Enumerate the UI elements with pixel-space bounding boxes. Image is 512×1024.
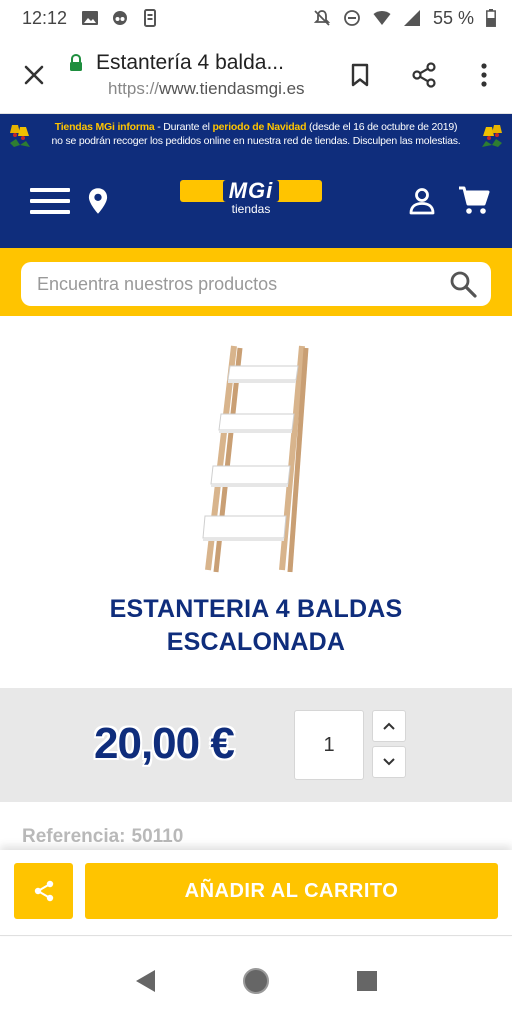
christmas-bells-icon	[10, 125, 30, 147]
more-vert-icon	[481, 62, 487, 87]
christmas-notice-banner: Tiendas MGi informa - Durante el periodo…	[0, 114, 512, 154]
url-text: https://www.tiendasmgi.es	[108, 79, 328, 99]
url-protocol: https://	[108, 78, 160, 98]
signal-icon	[403, 10, 420, 26]
wifi-icon	[373, 11, 391, 25]
status-left-icons	[81, 9, 159, 27]
browser-toolbar: Estantería 4 balda... https://www.tienda…	[0, 36, 512, 114]
status-time: 12:12	[22, 7, 68, 28]
device-icon	[144, 9, 157, 27]
quantity-increase-button[interactable]	[372, 710, 406, 742]
product-reference: Referencia: 50110	[22, 826, 183, 848]
location-pin-icon	[88, 188, 108, 214]
hamburger-icon	[30, 188, 70, 214]
close-icon	[24, 65, 44, 84]
reference-value: 50110	[131, 826, 184, 847]
user-icon	[409, 188, 435, 215]
search-input[interactable]	[37, 273, 449, 295]
product-price: 20,00 €	[93, 718, 236, 769]
battery-icon	[486, 9, 496, 27]
status-bar: 12:12 55 %	[0, 0, 512, 36]
mute-icon	[313, 10, 331, 26]
product-title-line1: ESTANTERIA 4 BALDAS	[109, 595, 403, 623]
cart-button[interactable]	[450, 154, 512, 248]
price-section	[0, 688, 512, 802]
chevron-up-icon	[383, 722, 395, 730]
sticky-action-bar: AÑADIR AL CARRITO	[0, 850, 512, 936]
store-locator-button[interactable]	[88, 154, 108, 248]
add-to-cart-button[interactable]: AÑADIR AL CARRITO	[85, 863, 498, 919]
search-box	[21, 262, 491, 306]
notice-line2: no se podrán recoger los pedidos online …	[51, 135, 461, 147]
url-display[interactable]: Estantería 4 balda... https://www.tienda…	[68, 51, 328, 99]
share-icon	[34, 880, 53, 902]
nav-recents-button[interactable]	[347, 961, 387, 1001]
hamburger-menu-button[interactable]	[0, 154, 100, 248]
chevron-down-icon	[383, 758, 395, 766]
quantity-decrease-button[interactable]	[372, 746, 406, 778]
incognito-icon	[113, 11, 128, 25]
nav-back-button[interactable]	[125, 961, 165, 1001]
share-product-button[interactable]	[14, 863, 73, 919]
notice-brand: Tiendas MGi informa	[54, 121, 155, 133]
lock-icon	[70, 53, 82, 71]
notice-highlight: periodo de Navidad	[212, 121, 307, 133]
recents-square-icon	[356, 970, 377, 991]
bookmark-button[interactable]	[328, 36, 392, 114]
page-title: Estantería 4 balda...	[96, 50, 284, 74]
site-header: MGi tiendas	[0, 154, 512, 248]
notice-text-part: - Durante el	[154, 121, 213, 133]
logo-text: MGi	[222, 180, 280, 202]
bookmark-icon	[351, 63, 369, 86]
share-page-button[interactable]	[392, 36, 456, 114]
reference-label: Referencia:	[22, 826, 126, 847]
close-tab-button[interactable]	[0, 36, 68, 114]
product-image[interactable]	[196, 340, 316, 576]
nav-home-button[interactable]	[236, 961, 276, 1001]
logo-bar: MGi	[180, 180, 322, 202]
search-area	[0, 252, 512, 316]
dnd-icon	[344, 10, 360, 26]
product-title-line2: ESCALONADA	[166, 628, 346, 656]
browser-menu-button[interactable]	[456, 36, 512, 114]
cart-icon	[459, 186, 490, 214]
search-icon[interactable]	[449, 270, 477, 298]
quantity-input[interactable]: 1	[294, 710, 364, 780]
android-nav-bar	[0, 937, 512, 1024]
battery-percent: 55 %	[432, 7, 474, 28]
url-host: www.tiendasmgi.es	[159, 78, 305, 98]
image-icon	[82, 11, 99, 25]
account-button[interactable]	[394, 154, 450, 248]
share-icon	[412, 61, 436, 88]
back-triangle-icon	[136, 969, 156, 992]
christmas-bells-icon	[482, 125, 502, 147]
notice-text: Tiendas MGi informa - Durante el periodo…	[34, 120, 478, 148]
home-circle-icon	[242, 967, 269, 994]
mgi-logo[interactable]: MGi tiendas	[108, 180, 394, 216]
logo-subtitle: tiendas	[231, 202, 271, 216]
status-right-icons: 55 %	[313, 8, 496, 29]
notice-dates: (desde el 16 de octubre de 2019)	[306, 121, 458, 133]
product-title: ESTANTERIA 4 BALDAS ESCALONADA	[40, 593, 472, 659]
